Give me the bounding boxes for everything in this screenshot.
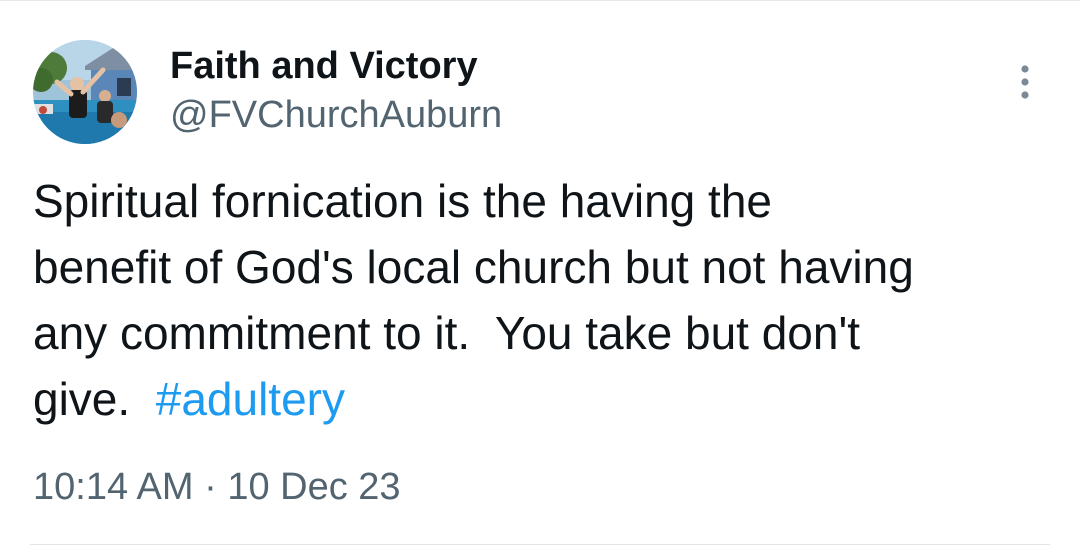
tweet-meta: 10:14 AM · 10 Dec 23 (33, 464, 401, 510)
tweet-text-line: benefit of God's local church but not ha… (33, 241, 914, 293)
tweet-text-line: Spiritual fornication is the having the (33, 175, 772, 227)
tweet-text: Spiritual fornication is the having the b… (33, 168, 1043, 432)
avatar-photo (33, 40, 137, 144)
tweet-text-line-tail: give. (33, 373, 156, 425)
top-divider (0, 0, 1080, 1)
author-display-name[interactable]: Faith and Victory (170, 43, 478, 89)
more-options-button[interactable] (1005, 60, 1045, 104)
avatar[interactable] (33, 40, 137, 144)
tweet-text-line: any commitment to it. You take but don't (33, 307, 861, 359)
tweet-date[interactable]: 10 Dec 23 (227, 466, 400, 508)
bottom-divider (30, 544, 1050, 545)
author-handle[interactable]: @FVChurchAuburn (170, 92, 502, 138)
meta-separator: · (193, 466, 228, 508)
tweet-time[interactable]: 10:14 AM (33, 466, 194, 508)
hashtag-link[interactable]: #adultery (156, 373, 345, 425)
more-vertical-icon (1021, 65, 1029, 99)
tweet-text-line: give. #adultery (33, 366, 1043, 432)
